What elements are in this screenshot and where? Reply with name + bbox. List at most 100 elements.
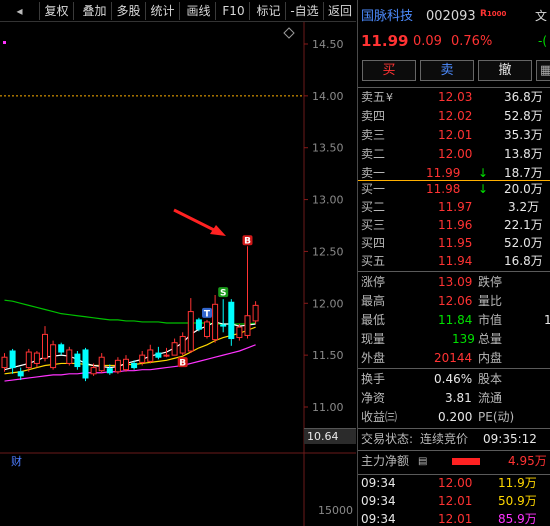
signal-s-marker[interactable]: S xyxy=(218,287,229,299)
candle-body xyxy=(244,315,251,336)
ask-row-4[interactable]: 卖四 12.02 52.8万 xyxy=(358,107,550,126)
quote-panel: 国脉科技 002093 R1000 文 11.99 0.09 0.76% -( … xyxy=(357,0,550,526)
toolbar-fuquan-button[interactable]: 复权 xyxy=(40,2,74,20)
candle-body xyxy=(228,301,235,340)
bid-row-1[interactable]: 买一 11.98 ↓ 20.0万 xyxy=(358,180,550,199)
toolbar-remove-watchlist-button[interactable]: -自选 xyxy=(286,2,324,20)
svg-text:S: S xyxy=(220,289,226,299)
toolbar-mark-button[interactable]: 标记 xyxy=(252,2,286,20)
svg-text:B: B xyxy=(244,237,251,247)
price-axis-label: 14.00 xyxy=(312,90,344,103)
candle-body xyxy=(66,349,73,364)
toolbar-f10-button[interactable]: F10 xyxy=(218,2,250,20)
stat-row-low: 最低 11.84 市值 1 xyxy=(361,313,550,327)
cancel-order-button[interactable]: 撤 xyxy=(478,60,532,81)
candle-body xyxy=(58,344,65,353)
toolbar-stats-button[interactable]: 统计 xyxy=(146,2,180,20)
stock-badge: R1000 xyxy=(480,9,507,19)
candle-body xyxy=(236,326,243,339)
toolbar-overlay-button[interactable]: 叠加 xyxy=(78,2,112,20)
candle-body xyxy=(195,319,202,330)
list-icon[interactable]: ▤ xyxy=(418,452,427,471)
grid-icon[interactable]: ▦ xyxy=(536,60,550,81)
stock-name: 国脉科技 xyxy=(361,9,414,24)
toolbar-draw-line-button[interactable]: 画线 xyxy=(182,2,216,20)
bid-row-4[interactable]: 买四 11.95 52.0万 xyxy=(358,234,550,253)
price-change: 0.09 xyxy=(413,34,442,49)
stat-row-volume: 现量 139 总量 xyxy=(361,332,503,346)
trading-status: 交易状态: 连续竞价 09:35:12 xyxy=(361,432,537,446)
price-axis-label: 12.00 xyxy=(312,297,344,310)
signal-arrow-icon xyxy=(173,208,226,236)
down-arrow-icon: ↓ xyxy=(478,182,489,196)
main-net-flow[interactable]: 主力净额 ▤ 4.95万 xyxy=(358,452,550,471)
candle-body xyxy=(252,304,259,322)
last-price: 11.99 xyxy=(361,32,409,50)
signal-b-marker[interactable]: B xyxy=(177,357,188,369)
current-price-label: 10.64 xyxy=(304,428,356,444)
candle-body xyxy=(123,358,129,371)
tick-row: 09:34 12.01 50.9万 xyxy=(361,494,537,508)
price-axis-label: 11.50 xyxy=(312,349,344,362)
kline-chart-canvas: 14.50 14.00 13.50 13.00 12.50 12.00 11.50 11.00… xyxy=(0,22,356,526)
price-change-percent: 0.76% xyxy=(451,34,493,49)
candle-body xyxy=(98,356,105,372)
candle-body xyxy=(147,349,154,362)
candle-body xyxy=(155,352,162,358)
candle-body xyxy=(204,321,210,337)
candle-body xyxy=(171,342,178,356)
candle-body xyxy=(74,353,81,368)
price-axis-label: 13.00 xyxy=(312,194,344,207)
chart-marker-dot xyxy=(3,41,6,44)
candle-body xyxy=(25,351,32,369)
sell-button[interactable]: 卖 xyxy=(420,60,474,81)
candle-body xyxy=(131,362,138,369)
candle-body xyxy=(187,311,194,352)
toolbar-multi-stock-button[interactable]: 多股 xyxy=(112,2,146,20)
candle-body xyxy=(42,333,48,359)
price-line: 11.99 0.09 0.76% -( xyxy=(358,32,550,52)
svg-text:B: B xyxy=(179,359,186,369)
svg-text:T: T xyxy=(204,309,211,319)
toolbar-back-button[interactable]: ◂ xyxy=(0,2,40,20)
candle-body xyxy=(90,367,97,375)
tick-row: 09:34 12.00 11.9万 xyxy=(361,476,537,490)
buy-button[interactable]: 买 xyxy=(362,60,416,81)
candle-body xyxy=(163,354,170,357)
candle-body xyxy=(139,354,146,363)
toolbar-return-button[interactable]: 返回 xyxy=(324,2,356,20)
candle-body xyxy=(9,350,16,369)
stat-row-limit: 涨停 13.09 跌停 xyxy=(361,275,503,289)
ask-row-3[interactable]: 卖三 12.01 35.3万 xyxy=(358,126,550,145)
flow-bar xyxy=(452,458,480,465)
candle-body xyxy=(33,352,40,364)
corner-value: -( xyxy=(538,34,548,48)
price-axis-label: 11.00 xyxy=(312,401,344,414)
signal-b-marker[interactable]: B xyxy=(242,235,253,247)
chart-toolbar: ◂ 复权 叠加 多股 统计 画线 F10 标记 -自选 返回 xyxy=(0,0,356,22)
ask-row-5[interactable]: 卖五 ¥ 12.03 36.8万 xyxy=(358,88,550,107)
diamond-icon[interactable] xyxy=(283,27,295,39)
volume-axis-label: 15000 xyxy=(318,504,353,517)
stat-row-high: 最高 12.06 量比 xyxy=(361,294,503,308)
stat-row-outer: 外盘 20144 内盘 xyxy=(361,351,503,365)
tick-row: 09:34 12.01 85.9万 xyxy=(361,512,537,526)
candle-body xyxy=(106,368,113,374)
stock-code: 002093 xyxy=(426,9,476,24)
stock-header: 国脉科技 002093 R1000 文 xyxy=(358,7,550,27)
bid-row-2[interactable]: 买二 11.97 3.2万 xyxy=(358,198,550,217)
bid-row-5[interactable]: 买五 11.94 16.8万 xyxy=(358,252,550,271)
left-arrow-icon: ◂ xyxy=(16,4,23,18)
signal-t-marker[interactable]: T xyxy=(202,307,212,320)
corner-label: 文 xyxy=(535,9,548,23)
candle-body xyxy=(179,335,186,354)
candle-body xyxy=(114,359,121,373)
finance-marker[interactable]: 财 xyxy=(11,454,22,468)
ask-row-2[interactable]: 卖二 12.00 13.8万 xyxy=(358,145,550,164)
kline-chart[interactable]: 14.50 14.00 13.50 13.00 12.50 12.00 11.50 11.00… xyxy=(0,22,356,526)
price-axis-label: 13.50 xyxy=(312,142,344,155)
stat-row-net-assets: 净资 3.81 流通 xyxy=(361,391,503,405)
bid-row-3[interactable]: 买三 11.96 22.1万 xyxy=(358,216,550,235)
candle-body xyxy=(212,303,219,341)
candle-body xyxy=(1,356,8,369)
